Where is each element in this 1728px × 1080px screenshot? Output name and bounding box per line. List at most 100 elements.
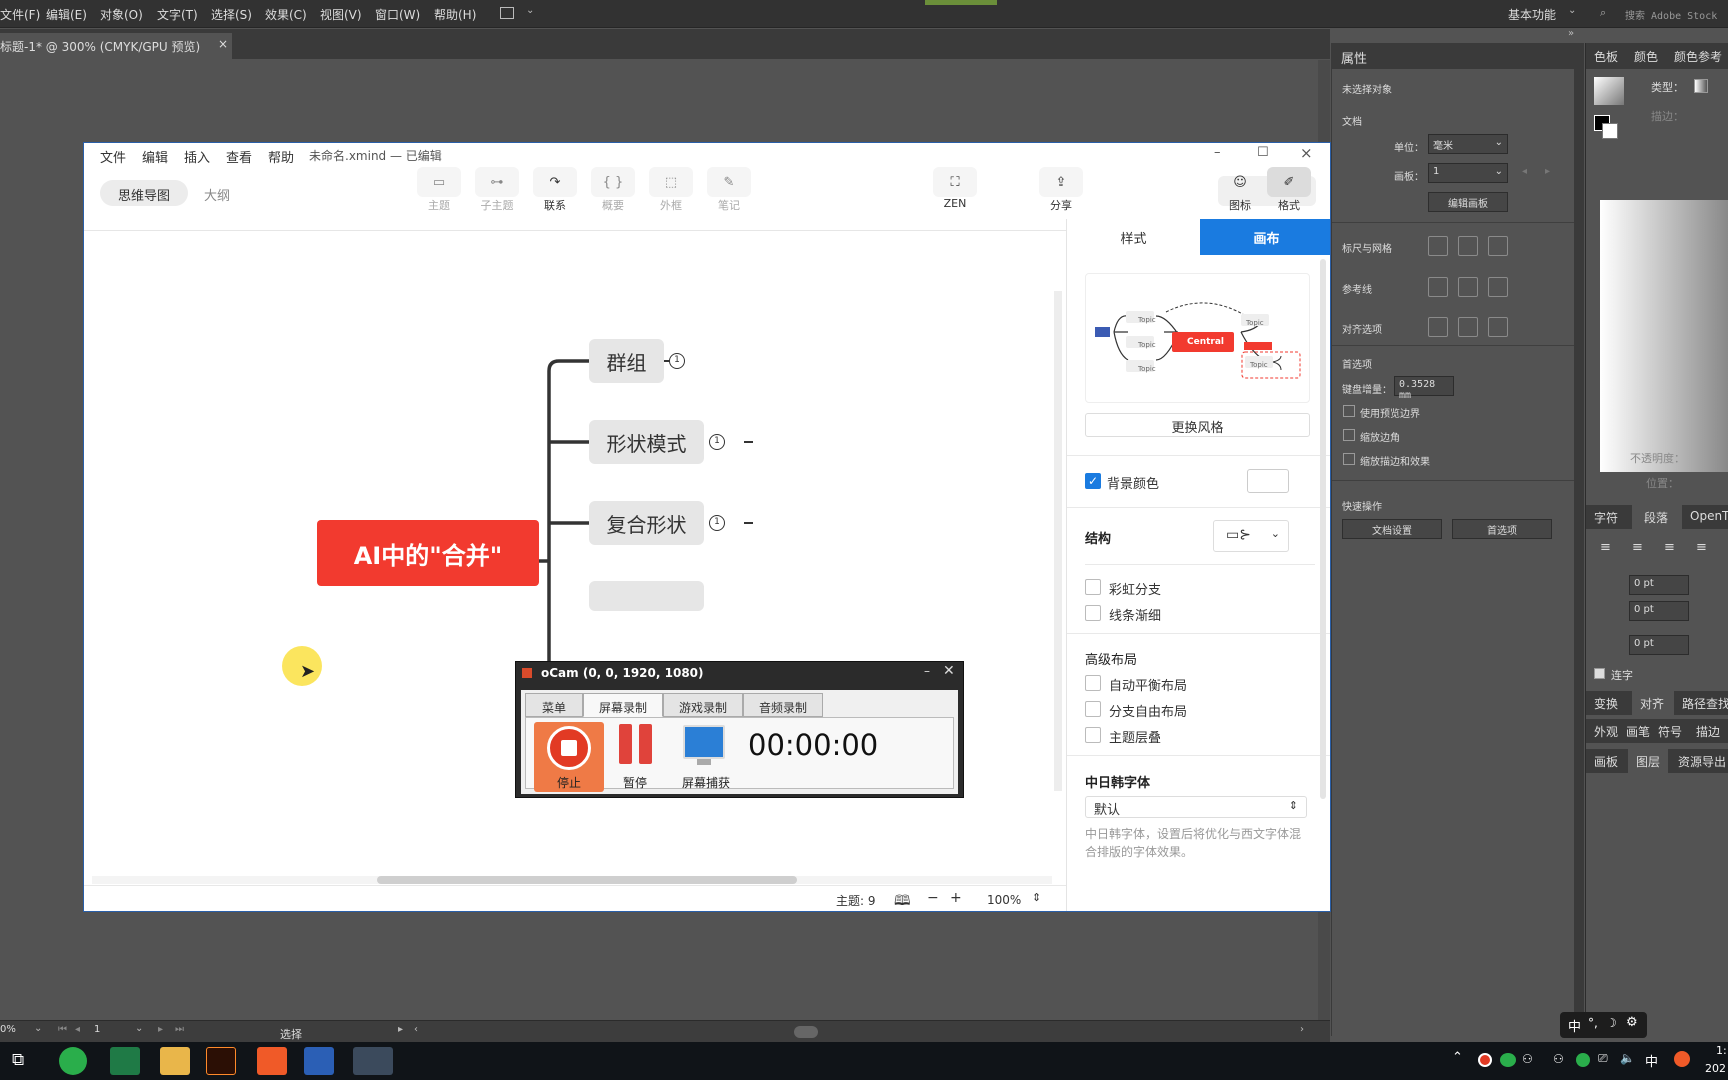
tab-mindmap[interactable]: 思维导图 <box>100 180 188 206</box>
zoom-out-icon[interactable]: − <box>927 890 939 906</box>
xm-menu-view[interactable]: 查看 <box>226 147 252 166</box>
tab-color[interactable]: 颜色 <box>1634 48 1658 65</box>
arrange-docs-icon[interactable] <box>500 7 514 19</box>
align-glyph-icon[interactable] <box>1458 317 1478 337</box>
tray-app-icon[interactable]: ⚇ <box>1522 1052 1533 1066</box>
menu-file[interactable]: 文件(F) <box>0 6 40 23</box>
ocam-tab-game[interactable]: 游戏录制 <box>663 693 743 717</box>
clock-date[interactable]: 202 <box>1705 1062 1726 1075</box>
tool-boundary[interactable]: ⬚ 外框 <box>643 167 699 213</box>
zoom-in-icon[interactable]: + <box>950 890 962 906</box>
bg-color-checkbox[interactable]: ✓ <box>1085 473 1101 489</box>
bg-color-swatch[interactable] <box>1247 469 1289 493</box>
ocam-taskbar-icon[interactable] <box>353 1047 393 1075</box>
tool-topic[interactable]: ▭ 主题 <box>411 167 467 213</box>
theme-preview[interactable]: Topic Topic Topic Topic Central Topic <box>1085 273 1310 403</box>
smart-guides-icon[interactable] <box>1458 277 1478 297</box>
wechat-icon[interactable] <box>59 1047 87 1075</box>
menu-effect[interactable]: 效果(C) <box>265 6 307 23</box>
scale-corners-checkbox[interactable] <box>1343 429 1355 441</box>
tab-pathfinder[interactable]: 路径查找 <box>1682 695 1728 712</box>
monitor-icon[interactable] <box>683 725 725 759</box>
word-icon[interactable] <box>304 1047 334 1075</box>
prev-artboard-icon[interactable]: ◂ <box>1522 166 1527 177</box>
units-select[interactable]: 毫米 ⌄ <box>1428 134 1508 154</box>
punctuation-icon[interactable]: °, <box>1588 1016 1598 1030</box>
document-tab[interactable]: 标题-1* @ 300% (CMYK/GPU 预览) × <box>0 33 232 59</box>
close-icon[interactable]: × <box>218 37 228 51</box>
align-to-pixel-icon[interactable] <box>1428 317 1448 337</box>
zoom-level[interactable]: 100% <box>987 893 1021 907</box>
next-artboard-icon[interactable]: ▸ <box>1545 166 1550 177</box>
tray-expand-icon[interactable]: ⌃ <box>1452 1050 1463 1065</box>
first-artboard-icon[interactable]: ⏮ <box>58 1024 67 1035</box>
tool-subtopic[interactable]: ⊶ 子主题 <box>469 167 525 213</box>
justify-icon[interactable]: ≡ <box>1696 540 1707 555</box>
scroll-left-icon[interactable]: ‹ <box>414 1024 418 1035</box>
tab-properties[interactable]: 属性 <box>1341 48 1367 67</box>
doc-setup-button[interactable]: 文档设置 <box>1342 519 1442 539</box>
tab-canvas[interactable]: 画布 <box>1200 219 1330 255</box>
wechat-tray-icon[interactable] <box>1500 1053 1516 1067</box>
tab-asset-export[interactable]: 资源导出 <box>1678 753 1726 770</box>
panel-scrollbar[interactable] <box>1320 259 1326 799</box>
collapse-badge[interactable]: 1 <box>709 434 725 450</box>
space-before-input[interactable]: 0 pt <box>1629 635 1689 655</box>
change-style-button[interactable]: 更换风格 <box>1085 413 1310 437</box>
moon-icon[interactable]: ☽ <box>1606 1016 1617 1030</box>
edit-artboard-button[interactable]: 编辑画板 <box>1428 192 1508 212</box>
status-menu-icon[interactable]: ▸ <box>398 1024 403 1035</box>
ime-tray[interactable]: 中 <box>1645 1051 1658 1070</box>
structure-select[interactable]: ▭⊱ ⌄ <box>1213 520 1289 552</box>
close-icon[interactable]: ✕ <box>943 663 955 679</box>
pause-icon[interactable] <box>617 724 657 764</box>
subtopic-shape-modes[interactable]: 形状模式 <box>589 420 704 464</box>
free-branch-checkbox[interactable] <box>1085 701 1101 717</box>
illustrator-icon[interactable] <box>206 1047 236 1075</box>
minimize-icon[interactable]: – <box>1214 145 1221 160</box>
network-icon[interactable]: ⎚ <box>1598 1051 1608 1066</box>
zoom-stepper-icon[interactable]: ⇕ <box>1032 891 1041 904</box>
scale-strokes-checkbox[interactable] <box>1343 453 1355 465</box>
menu-edit[interactable]: 编辑(E) <box>46 6 87 23</box>
tab-symbols[interactable]: 符号 <box>1658 723 1682 740</box>
tab-style[interactable]: 样式 <box>1067 219 1200 255</box>
preferences-button[interactable]: 首选项 <box>1452 519 1552 539</box>
tab-opentype[interactable]: OpenT <box>1690 509 1728 523</box>
subtopic-partial[interactable] <box>589 581 704 611</box>
xm-menu-edit[interactable]: 编辑 <box>142 147 168 166</box>
excel-icon[interactable] <box>110 1047 140 1075</box>
gear-icon[interactable]: ⚙ <box>1626 1015 1638 1030</box>
tool-zen[interactable]: ⛶ ZEN <box>927 167 983 210</box>
workspace-switcher[interactable]: 基本功能 <box>1508 6 1556 23</box>
subtopic-group[interactable]: 群组 <box>589 339 664 383</box>
tab-brushes[interactable]: 画笔 <box>1626 723 1650 740</box>
auto-balance-checkbox[interactable] <box>1085 675 1101 691</box>
ocam-tab-screen[interactable]: 屏幕录制 <box>583 693 663 717</box>
guides-icon[interactable] <box>1428 277 1448 297</box>
gradient-preview[interactable] <box>1600 200 1728 472</box>
align-left-icon[interactable]: ≡ <box>1600 540 1611 555</box>
tab-paragraph[interactable]: 段落 <box>1644 509 1668 526</box>
tool-icons[interactable]: ☺ 图标 <box>1212 167 1268 213</box>
tab-outline[interactable]: 大纲 <box>204 185 230 204</box>
rainbow-branch-checkbox[interactable] <box>1085 579 1101 595</box>
tab-swatches[interactable]: 色板 <box>1594 48 1618 65</box>
keyboard-increment-input[interactable]: 0.3528 mm <box>1394 376 1454 401</box>
tool-summary[interactable]: { } 概要 <box>585 167 641 213</box>
xm-menu-file[interactable]: 文件 <box>100 147 126 166</box>
collapse-panels-icon[interactable]: » <box>1568 28 1574 39</box>
artboard-number[interactable]: 1 <box>94 1024 100 1035</box>
menu-view[interactable]: 视图(V) <box>320 6 362 23</box>
gradient-swatch[interactable] <box>1594 77 1624 105</box>
prev-artboard-icon[interactable]: ◂ <box>75 1024 80 1035</box>
perspective-grid-icon[interactable] <box>1488 277 1508 297</box>
tool-share[interactable]: ⇪ 分享 <box>1033 167 1089 213</box>
last-artboard-icon[interactable]: ⏭ <box>175 1024 184 1035</box>
tab-color-guide[interactable]: 颜色参考 <box>1674 48 1722 65</box>
xm-menu-help[interactable]: 帮助 <box>268 147 294 166</box>
ime-mode[interactable]: 中 <box>1568 1016 1581 1035</box>
menu-select[interactable]: 选择(S) <box>211 6 252 23</box>
xmind-taskbar-icon[interactable] <box>257 1047 287 1075</box>
ocam-tab-audio[interactable]: 音频录制 <box>743 693 823 717</box>
